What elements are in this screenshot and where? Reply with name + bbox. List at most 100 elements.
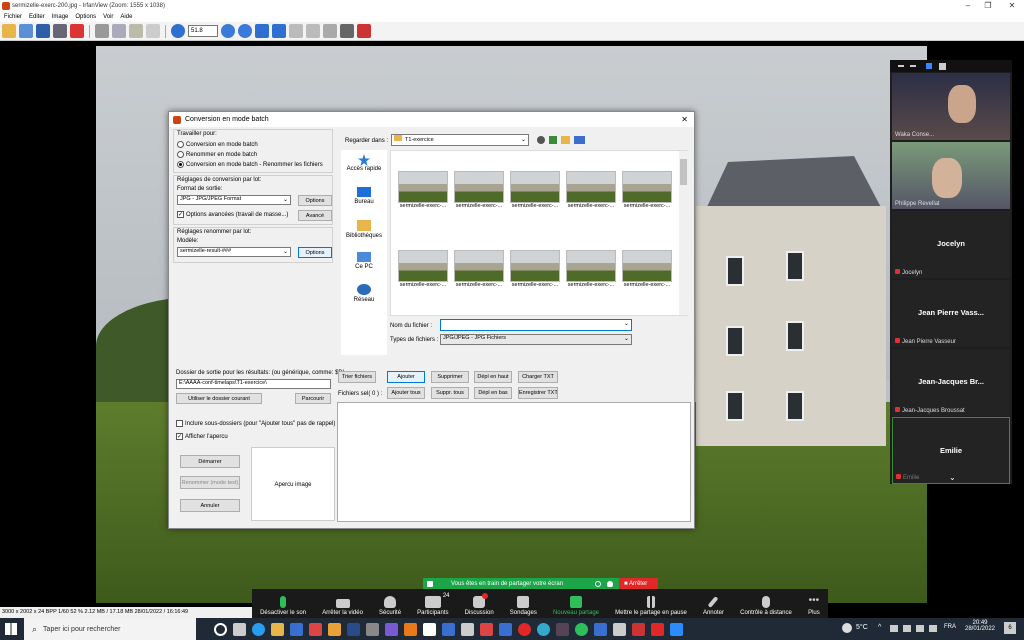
file-thumb[interactable]: sermizelle-exerc-...	[563, 171, 619, 209]
open-icon[interactable]	[2, 24, 16, 38]
vlc-icon[interactable]	[404, 622, 417, 636]
app-icon[interactable]	[366, 622, 379, 636]
mode-rename[interactable]: Renommer en mode batch	[177, 151, 257, 158]
add-all-button[interactable]: Ajouter tous	[387, 387, 425, 399]
mode-conversion-rename[interactable]: Conversion en mode batch - Renommer les …	[177, 161, 323, 168]
weather-temp[interactable]: 5°C	[856, 624, 868, 631]
app-icon[interactable]	[442, 622, 455, 636]
save-icon[interactable]	[36, 24, 50, 38]
print-icon[interactable]	[53, 24, 67, 38]
browse-button[interactable]: Parcourir	[295, 393, 331, 404]
app-icon[interactable]	[423, 622, 436, 636]
opera-icon[interactable]	[518, 622, 531, 636]
up-folder-icon[interactable]	[549, 136, 557, 144]
format-options-button[interactable]: Options	[298, 195, 332, 206]
app-icon[interactable]	[556, 622, 569, 636]
zoom-in-icon[interactable]	[221, 24, 235, 38]
gallery-view-icon[interactable]	[939, 63, 946, 70]
advanced-button[interactable]: Avancé	[298, 210, 332, 221]
menu-editer[interactable]: Editer	[29, 12, 45, 22]
pattern-select[interactable]: sermizelle-result-### ⌄	[177, 247, 291, 257]
app-icon[interactable]	[461, 622, 474, 636]
app-icon[interactable]	[309, 622, 322, 636]
security-button[interactable]: Sécurité	[379, 596, 401, 616]
settings-icon[interactable]	[340, 24, 354, 38]
nav-quick-access[interactable]: Accès rapide	[341, 154, 387, 172]
mute-button[interactable]: Désactiver le son	[260, 596, 306, 616]
onedrive-icon[interactable]	[929, 625, 937, 632]
radio-icon[interactable]	[177, 151, 184, 158]
cut-icon[interactable]	[95, 24, 109, 38]
format-select[interactable]: JPG - JPG/JPEG Format ⌄	[177, 195, 291, 205]
irfanview-icon[interactable]	[632, 622, 645, 636]
load-txt-button[interactable]: Charger TXT	[518, 371, 558, 383]
selected-files-list[interactable]	[337, 402, 691, 522]
page-last-icon[interactable]	[306, 24, 320, 38]
menu-image[interactable]: Image	[52, 12, 69, 22]
slideshow-icon[interactable]	[19, 24, 33, 38]
menu-fichier[interactable]: Fichier	[4, 12, 22, 22]
zoom-icon[interactable]	[670, 622, 683, 636]
dialog-close-icon[interactable]: ✕	[681, 112, 688, 127]
minimize-icon[interactable]	[898, 65, 904, 67]
advanced-options-checkbox[interactable]: ✓ Options avancées (travail de masse...)	[177, 211, 288, 218]
language-indicator[interactable]: FRA	[944, 624, 956, 630]
radio-selected-icon[interactable]	[177, 161, 184, 168]
info-icon[interactable]	[171, 24, 185, 38]
participant-tile[interactable]: Philippe Revellat	[892, 142, 1010, 209]
close-icon[interactable]: ✕	[1002, 0, 1022, 12]
file-thumb[interactable]: sermizelle-exerc-...	[451, 250, 507, 288]
file-thumb[interactable]: sermizelle-exerc-...	[395, 171, 451, 209]
move-up-button[interactable]: Dépl en haut	[474, 371, 512, 383]
remote-control-button[interactable]: Contrôle à distance	[740, 596, 792, 616]
nav-libraries[interactable]: Bibliothèques	[341, 220, 387, 239]
remove-all-button[interactable]: Suppr. tous	[431, 387, 469, 399]
file-list-scrollbar[interactable]	[679, 151, 688, 315]
look-in-select[interactable]: T1-exercice ⌄	[391, 134, 529, 146]
cancel-button[interactable]: Annuler	[180, 499, 240, 512]
file-thumb[interactable]: sermizelle-exerc-...	[395, 250, 451, 288]
stop-video-button[interactable]: Arrêter la vidéo	[322, 599, 363, 616]
include-subfolders-checkbox[interactable]: Inclure sous-dossiers (pour "Ajouter tou…	[176, 420, 335, 427]
irfanview-icon[interactable]	[357, 24, 371, 38]
tray-chevron-icon[interactable]: ^	[878, 624, 881, 631]
zoom-select[interactable]: 51.8	[188, 25, 218, 37]
filetype-select[interactable]: JPG/JPEG - JPG Fichiers ⌄	[440, 334, 632, 345]
use-current-folder-button[interactable]: Utiliser le dossier courant	[176, 393, 262, 404]
nav-desktop[interactable]: Bureau	[341, 187, 387, 205]
photoshop-icon[interactable]	[347, 622, 360, 636]
app-icon[interactable]	[594, 622, 607, 636]
app-icon[interactable]	[328, 622, 341, 636]
file-thumb[interactable]: sermizelle-exerc-...	[451, 171, 507, 209]
participant-tile[interactable]: Jean Pierre Vass... Jean Pierre Vasseur	[892, 280, 1010, 347]
more-button[interactable]: ••• Plus	[808, 596, 820, 617]
app-icon[interactable]	[385, 622, 398, 636]
filename-field[interactable]: ⌄	[440, 319, 632, 331]
previous-icon[interactable]	[255, 24, 269, 38]
speaker-view-icon[interactable]	[926, 63, 932, 69]
paste-icon[interactable]	[129, 24, 143, 38]
rename-options-button[interactable]: Options	[298, 247, 332, 258]
file-thumb[interactable]: sermizelle-exerc-...	[619, 171, 675, 209]
chrome-icon[interactable]	[537, 622, 550, 636]
copy-icon[interactable]	[112, 24, 126, 38]
maximize-icon[interactable]: ❐	[978, 0, 998, 12]
file-thumb[interactable]: sermizelle-exerc-...	[507, 171, 563, 209]
view-menu-icon[interactable]	[574, 136, 585, 144]
remove-button[interactable]: Supprimer	[431, 371, 469, 383]
nav-network[interactable]: Réseau	[341, 284, 387, 303]
checkbox-checked-icon[interactable]: ✓	[176, 433, 183, 440]
delete-icon[interactable]	[70, 24, 84, 38]
participant-tile[interactable]: Jean-Jacques Br... Jean-Jacques Broussat	[892, 349, 1010, 416]
layout-icon[interactable]	[910, 65, 916, 67]
pause-share-button[interactable]: Mettre le partage en pause	[615, 596, 687, 616]
network-icon[interactable]	[890, 625, 898, 632]
taskbar-search[interactable]: ⌕ Taper ici pour rechercher	[24, 618, 196, 640]
app-icon[interactable]	[480, 622, 493, 636]
battery-icon[interactable]	[903, 625, 911, 632]
edge-icon[interactable]	[252, 622, 265, 636]
app-icon[interactable]	[651, 622, 664, 636]
page-first-icon[interactable]	[289, 24, 303, 38]
app-icon[interactable]	[613, 622, 626, 636]
notification-icon[interactable]: 6	[1004, 622, 1016, 634]
